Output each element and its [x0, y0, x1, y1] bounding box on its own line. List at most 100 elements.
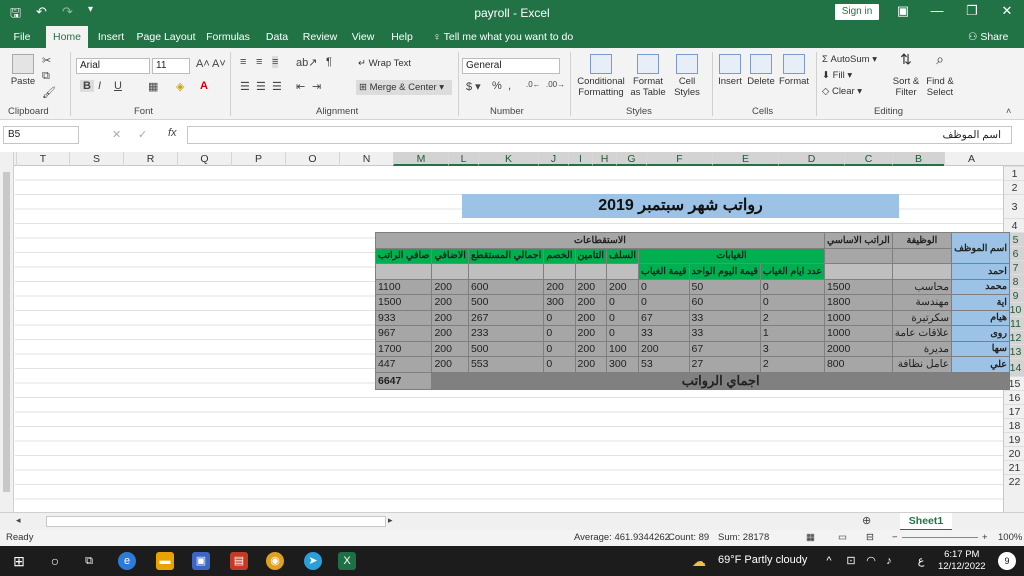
cell-total[interactable]: 553 — [467, 356, 545, 373]
cell-ins[interactable]: 200 — [574, 356, 608, 373]
cell-total[interactable]: 500 — [467, 294, 545, 311]
cell-styles-button[interactable]: Cell Styles — [670, 54, 704, 98]
cell-job[interactable]: مهندسة — [891, 294, 953, 311]
tab-file[interactable]: File — [6, 26, 38, 48]
normal-view-icon[interactable]: ▦ — [806, 532, 815, 543]
cancel-icon[interactable]: ✕ — [112, 128, 121, 141]
row-header-20[interactable]: 20 — [1004, 446, 1024, 460]
cell-abs-val[interactable]: 0 — [638, 294, 690, 311]
cell-ins[interactable]: 200 — [574, 309, 608, 326]
header-absence-days[interactable]: عدد ايام الغياب — [759, 263, 825, 280]
row-header-3[interactable]: 3 — [1004, 194, 1024, 218]
tab-home[interactable]: Home — [46, 26, 88, 48]
clear-button[interactable]: ◇ Clear ▾ — [822, 86, 862, 97]
ribbon-display-icon[interactable]: ▣ — [888, 3, 918, 19]
header-employee-name[interactable]: اسم الموظف — [951, 232, 1010, 264]
align-left-icon[interactable]: ☰ — [240, 80, 250, 93]
chrome-icon[interactable]: ◉ — [266, 552, 284, 570]
comma-icon[interactable]: , — [508, 80, 511, 92]
zoom-slider[interactable] — [902, 537, 978, 538]
row-header-1[interactable]: 1 — [1004, 166, 1024, 180]
cell-adv[interactable]: 0 — [606, 309, 640, 326]
italic-icon[interactable]: I — [98, 80, 101, 92]
row-name[interactable]: احمد — [951, 263, 1010, 280]
excel-icon[interactable]: X — [338, 552, 356, 570]
conditional-formatting-button[interactable]: Conditional Formatting — [574, 54, 628, 98]
decrease-font-icon[interactable]: A˅ — [212, 58, 226, 70]
cell-adv[interactable]: 200 — [606, 278, 640, 295]
row-header-17[interactable]: 17 — [1004, 404, 1024, 418]
task-view-icon[interactable]: ⧉ — [80, 552, 98, 570]
column-header-e[interactable]: E — [712, 152, 778, 166]
align-center-icon[interactable]: ☰ — [256, 80, 266, 93]
number-format-select[interactable]: General — [462, 58, 560, 74]
notification-badge[interactable]: 9 — [998, 552, 1016, 570]
insert-function-icon[interactable]: fx — [168, 127, 177, 139]
cell-base[interactable]: 2000 — [823, 340, 893, 357]
column-header-m[interactable]: M — [393, 152, 448, 166]
row-header-4[interactable]: 4 — [1004, 218, 1024, 232]
header-net-salary[interactable]: صافي الراتب — [374, 247, 433, 264]
cell-ins[interactable]: 200 — [574, 278, 608, 295]
tab-page-layout[interactable]: Page Layout — [136, 26, 196, 48]
name-box[interactable]: B5 — [3, 126, 79, 144]
row-header-18[interactable]: 18 — [1004, 418, 1024, 432]
language-indicator[interactable]: ع — [912, 552, 930, 570]
cell-job[interactable]: علاقات عامة — [891, 325, 953, 342]
cell-adv[interactable]: 0 — [606, 325, 640, 342]
cell-days[interactable]: 0 — [759, 278, 825, 295]
column-header-f[interactable]: F — [646, 152, 712, 166]
cell-base[interactable]: 1000 — [823, 309, 893, 326]
cell-adv[interactable]: 300 — [606, 356, 640, 373]
column-header-l[interactable]: L — [448, 152, 478, 166]
cell-abs-val[interactable]: 53 — [638, 356, 690, 373]
column-header-p[interactable]: P — [231, 152, 285, 166]
enter-icon[interactable]: ✓ — [138, 128, 147, 141]
windows-start-icon[interactable]: ⊞ — [10, 552, 28, 570]
weather-text[interactable]: 69°F Partly cloudy — [718, 554, 807, 566]
tab-insert[interactable]: Insert — [92, 26, 130, 48]
autosum-button[interactable]: Σ AutoSum ▾ — [822, 54, 877, 65]
header-deductions[interactable]: الاستقطاعات — [375, 232, 825, 249]
payroll-table[interactable]: اسم الموظف الوظيفة الراتب الاساسي الاستق… — [374, 232, 1010, 390]
column-header-n[interactable]: N — [339, 152, 393, 166]
cell-over[interactable]: 200 — [431, 278, 469, 295]
restore-button[interactable]: ❐ — [957, 3, 987, 19]
column-header-o[interactable]: O — [285, 152, 339, 166]
wifi-icon[interactable]: ◠ — [862, 552, 880, 570]
employee-name-cell[interactable]: محمد — [951, 278, 1010, 295]
column-header-h[interactable]: H — [592, 152, 616, 166]
column-header-c[interactable]: C — [844, 152, 892, 166]
align-right-icon[interactable]: ☰ — [272, 80, 282, 93]
cell-over[interactable]: 200 — [431, 294, 469, 311]
header-job[interactable]: الوظيفة — [891, 232, 953, 249]
cell-net[interactable]: 967 — [374, 325, 433, 342]
cell-over[interactable]: 200 — [431, 325, 469, 342]
zoom-in-icon[interactable]: + — [982, 532, 988, 543]
format-painter-icon[interactable]: 🖌 — [42, 86, 56, 99]
column-header-a[interactable]: A — [944, 152, 998, 166]
cell-day-val[interactable]: 50 — [688, 278, 761, 295]
cell-job[interactable]: سكرتيرة — [891, 309, 953, 326]
row-header-16[interactable]: 16 — [1004, 390, 1024, 404]
vertical-scrollbar[interactable] — [0, 152, 14, 512]
prev-sheet-icon[interactable]: ◂ — [16, 515, 21, 526]
page-layout-view-icon[interactable]: ▭ — [838, 532, 847, 543]
cell-day-val[interactable]: 33 — [688, 309, 761, 326]
cell-over[interactable]: 200 — [431, 356, 469, 373]
underline-icon[interactable]: U — [114, 80, 122, 92]
scroll-thumb[interactable] — [3, 172, 10, 492]
fill-button[interactable]: ⬇ Fill ▾ — [822, 70, 852, 81]
header-day-value[interactable]: قيمة اليوم الواحد — [688, 263, 761, 280]
scroll-right-icon[interactable]: ▸ — [388, 515, 393, 526]
cell-net[interactable]: 1700 — [374, 340, 433, 357]
header-advances[interactable]: السلف — [606, 247, 640, 264]
cell-job[interactable]: عامل نظافة — [891, 356, 953, 373]
share-button[interactable]: ⚇ Share — [968, 26, 1008, 48]
total-salaries-value[interactable]: 6647 — [374, 371, 433, 390]
office-icon[interactable]: ▤ — [230, 552, 248, 570]
header-total-deductions[interactable]: اجمالي المستقطع — [467, 247, 545, 264]
cell-disc[interactable]: 300 — [543, 294, 576, 311]
cell-disc[interactable]: 0 — [543, 356, 576, 373]
increase-font-icon[interactable]: A˄ — [196, 58, 210, 70]
